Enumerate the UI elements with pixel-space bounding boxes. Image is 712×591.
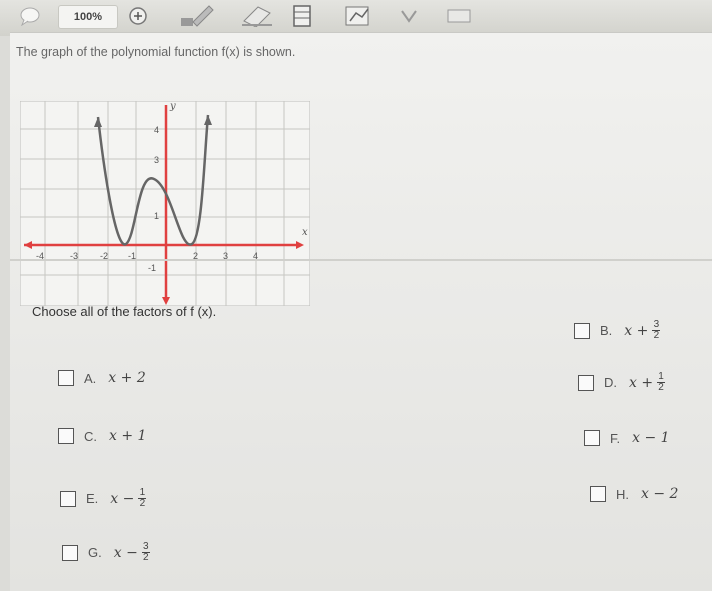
instruction-text: Choose all of the factors of f (x). (32, 304, 217, 319)
option-expression: x − 2 (641, 486, 679, 502)
option-h-checkbox[interactable] (590, 486, 606, 502)
y-tick-label: 3 (154, 155, 159, 165)
fraction-denominator: 2 (139, 498, 146, 509)
y-axis-label: y (169, 101, 176, 112)
option-expression: x + (629, 374, 654, 391)
option-fraction: 12 (657, 371, 666, 393)
fraction-denominator: 2 (658, 382, 664, 393)
option-g[interactable]: G. x − 32 (62, 542, 150, 563)
y-tick-label: 1 (154, 211, 159, 221)
option-fraction: 32 (652, 319, 661, 341)
question-prompt: The graph of the polynomial function f(x… (16, 45, 296, 59)
option-letter: C. (84, 428, 97, 444)
option-f-checkbox[interactable] (584, 430, 600, 446)
option-f[interactable]: F. x − 1 (584, 430, 670, 446)
fraction-denominator: 2 (653, 330, 660, 341)
x-axis-label: x (302, 227, 308, 238)
option-a-checkbox[interactable] (58, 370, 74, 386)
eraser-icon[interactable] (236, 5, 276, 27)
option-letter: B. (600, 323, 613, 338)
y-tick-label: -1 (148, 263, 156, 273)
option-expression: x + (624, 322, 649, 339)
option-e[interactable]: E. x − 12 (60, 487, 147, 509)
option-letter: E. (86, 491, 99, 506)
option-d[interactable]: D. x + 12 (578, 371, 666, 393)
section-divider (10, 259, 712, 261)
option-c-checkbox[interactable] (58, 428, 74, 444)
graph-tool-icon[interactable] (342, 5, 374, 27)
option-a[interactable]: A. x + 2 (58, 370, 146, 386)
zoom-in-icon[interactable] (124, 5, 152, 27)
toolbar: 100% (0, 0, 712, 36)
comment-bubble-icon[interactable] (18, 5, 42, 27)
option-letter: A. (84, 370, 97, 386)
option-letter: D. (604, 375, 617, 390)
option-fraction: 32 (141, 541, 150, 563)
arrows-icon[interactable] (398, 5, 420, 27)
polynomial-graph: y x -4 -3 -2 -1 2 3 4 4 3 1 -1 (19, 100, 311, 311)
fraction-numerator: 1 (658, 371, 664, 382)
y-tick-label: 4 (154, 125, 159, 135)
option-letter: F. (610, 430, 621, 446)
fraction-denominator: 2 (143, 552, 149, 563)
option-expression: x + 2 (108, 370, 146, 386)
fraction-numerator: 1 (139, 487, 146, 498)
option-g-checkbox[interactable] (62, 544, 78, 561)
option-letter: H. (616, 486, 629, 502)
option-fraction: 12 (138, 487, 147, 509)
option-b[interactable]: B. x + 32 (574, 319, 661, 341)
option-h[interactable]: H. x − 2 (590, 486, 678, 502)
zoom-level[interactable]: 100% (58, 5, 118, 29)
option-letter: G. (88, 545, 102, 560)
option-expression: x − 1 (632, 430, 670, 446)
pencil-icon[interactable] (178, 5, 218, 27)
option-c[interactable]: C. x + 1 (58, 428, 146, 444)
option-e-checkbox[interactable] (60, 490, 76, 507)
option-expression: x + 1 (109, 428, 147, 444)
option-expression: x − (110, 490, 135, 507)
keyboard-icon[interactable] (446, 5, 472, 27)
calculator-icon[interactable] (288, 5, 316, 27)
option-b-checkbox[interactable] (574, 322, 590, 339)
option-expression: x − (113, 544, 138, 561)
fraction-numerator: 3 (653, 319, 660, 330)
option-d-checkbox[interactable] (578, 374, 594, 391)
fraction-numerator: 3 (143, 541, 149, 552)
